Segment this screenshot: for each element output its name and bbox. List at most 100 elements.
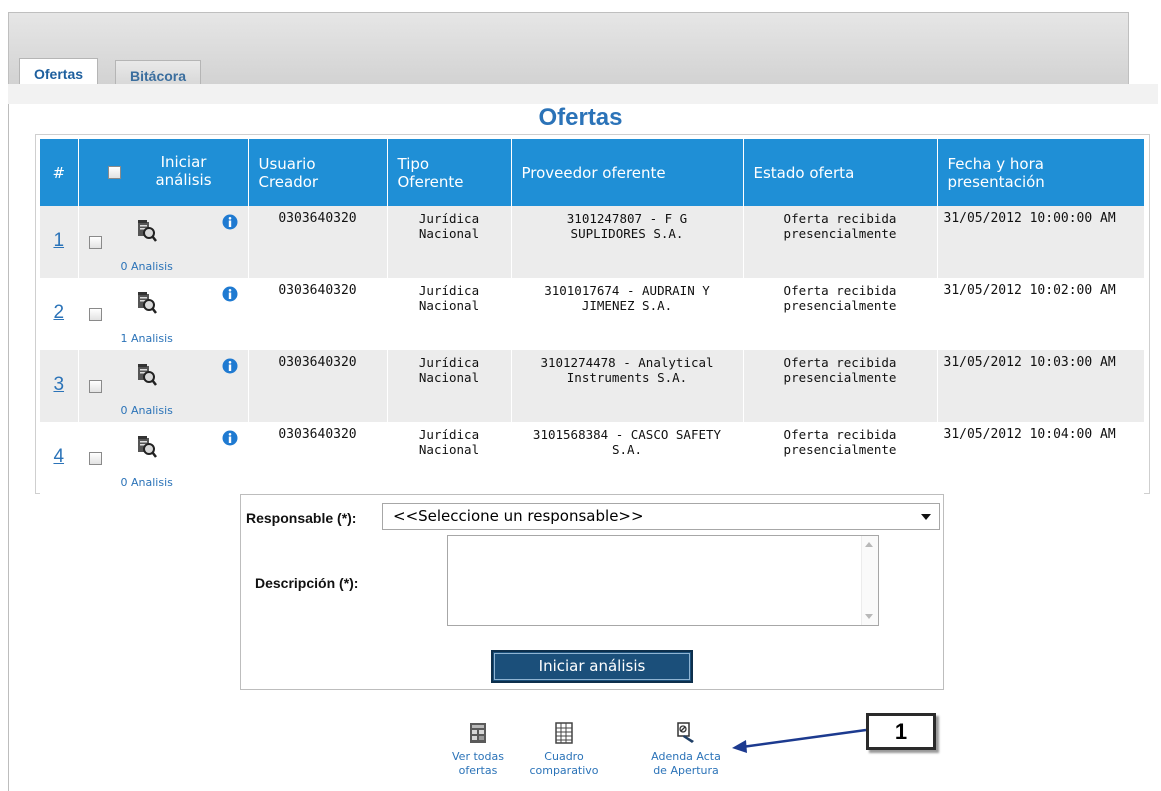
document-edit-icon <box>677 722 694 743</box>
col-header-num: # <box>40 139 79 206</box>
row-checkbox[interactable] <box>88 452 102 465</box>
col-header-fecha: Fecha y hora presentación <box>937 139 1144 206</box>
tipo-l1: Jurídica <box>418 355 480 370</box>
row-number-link[interactable]: 4 <box>53 447 64 466</box>
fecha-cell: 31/05/2012 10:04:00 AM <box>937 422 1144 494</box>
tipo-cell: Jurídica Nacional <box>387 350 512 422</box>
proveedor-cell: 3101274478 - Analytical Instruments S.A. <box>511 350 744 422</box>
row-number-link[interactable]: 3 <box>53 375 64 394</box>
col-header-tipo-l2: Oferente <box>397 172 464 191</box>
proveedor-l1: 3101274478 - Analytical <box>540 355 714 370</box>
row-analysis-cell: 1 Analisis <box>78 278 249 350</box>
adenda-l2: de Apertura <box>653 764 719 777</box>
proveedor-l1: 3101017674 - AUDRAIN Y <box>544 283 710 298</box>
estado-l1: Oferta recibida <box>783 427 897 442</box>
usuario-cell: 0303640320 <box>248 422 388 494</box>
cuadro-comparativo-action[interactable]: Cuadro comparativo <box>524 722 604 778</box>
iniciar-analisis-button[interactable]: Iniciar análisis <box>491 650 693 683</box>
row-number-link[interactable]: 2 <box>53 303 64 322</box>
table-header-row: # Iniciar análisis Usuario Creador Tipo … <box>40 139 1144 206</box>
proveedor-l2: Instruments S.A. <box>566 370 688 385</box>
estado-l1: Oferta recibida <box>783 211 897 226</box>
row-checkbox[interactable] <box>88 308 102 321</box>
fecha-cell: 31/05/2012 10:02:00 AM <box>937 278 1144 350</box>
row-analysis-cell: 0 Analisis <box>78 206 249 278</box>
table-row: 40 Analisis 0303640320 Jurídica Nacional 310… <box>40 422 1144 494</box>
col-header-usuario-l2: Creador <box>258 172 319 191</box>
table-document-icon <box>555 722 573 744</box>
analysis-icon[interactable] <box>137 220 157 245</box>
proveedor-cell: 3101568384 - CASCO SAFETY S.A. <box>511 422 744 494</box>
offers-table-container: # Iniciar análisis Usuario Creador Tipo … <box>35 134 1150 494</box>
scroll-up-icon[interactable] <box>865 542 873 547</box>
usuario-cell: 0303640320 <box>248 350 388 422</box>
row-analysis-cell: 0 Analisis <box>78 422 249 494</box>
info-icon[interactable] <box>222 358 238 377</box>
col-header-fecha-l1: Fecha y hora <box>947 154 1044 173</box>
proveedor-l1: 3101247807 - F G <box>566 211 688 226</box>
col-header-iniciar-l2: análisis <box>155 171 212 189</box>
estado-l2: presencialmente <box>783 298 897 313</box>
proveedor-l2: SUPLIDORES S.A. <box>570 226 684 241</box>
usuario-cell: 0303640320 <box>248 206 388 278</box>
page-title: Ofertas <box>538 104 623 131</box>
estado-l1: Oferta recibida <box>783 283 897 298</box>
ver-todas-l2: ofertas <box>458 764 498 777</box>
responsable-select[interactable]: <<Seleccione un responsable>> <box>382 503 940 530</box>
info-icon[interactable] <box>222 286 238 305</box>
table-row: 30 Analisis 0303640320 Jurídica Nacional 310… <box>40 350 1144 422</box>
analysis-count-link[interactable]: 0 Analisis <box>113 259 173 274</box>
proveedor-l1: 3101568384 - CASCO SAFETY <box>532 427 722 442</box>
col-header-usuario: Usuario Creador <box>248 139 388 206</box>
estado-l2: presencialmente <box>783 370 897 385</box>
analysis-icon[interactable] <box>137 292 157 317</box>
responsable-select-value: <<Seleccione un responsable>> <box>393 507 644 525</box>
descripcion-textarea[interactable] <box>447 535 879 626</box>
ver-todas-ofertas-action[interactable]: Ver todas ofertas <box>438 722 518 778</box>
textarea-scrollbar[interactable] <box>861 536 878 625</box>
offers-table: # Iniciar análisis Usuario Creador Tipo … <box>40 139 1144 494</box>
row-num-cell: 2 <box>40 278 79 350</box>
row-number-link[interactable]: 1 <box>53 231 64 250</box>
tipo-l1: Jurídica <box>418 427 480 442</box>
estado-cell: Oferta recibida presencialmente <box>743 206 938 278</box>
fecha-cell: 31/05/2012 10:00:00 AM <box>937 206 1144 278</box>
col-header-iniciar: Iniciar análisis <box>78 139 249 206</box>
cuadro-l1: Cuadro <box>544 750 584 763</box>
estado-cell: Oferta recibida presencialmente <box>743 422 938 494</box>
row-checkbox[interactable] <box>88 380 102 393</box>
tipo-cell: Jurídica Nacional <box>387 278 512 350</box>
col-header-fecha-l2: presentación <box>947 172 1045 191</box>
table-row: 21 Analisis 0303640320 Jurídica Nacional 310… <box>40 278 1144 350</box>
col-header-estado: Estado oferta <box>743 139 938 206</box>
analysis-count-link[interactable]: 1 Analisis <box>113 331 173 346</box>
responsable-label: Responsable (*): <box>246 510 357 526</box>
tipo-cell: Jurídica Nacional <box>387 206 512 278</box>
analysis-icon[interactable] <box>137 436 157 461</box>
content-band <box>8 84 1158 104</box>
analysis-count-link[interactable]: 0 Analisis <box>113 403 173 418</box>
tipo-cell: Jurídica Nacional <box>387 422 512 494</box>
row-checkbox[interactable] <box>88 236 102 249</box>
cuadro-l2: comparativo <box>529 764 599 777</box>
col-header-proveedor: Proveedor oferente <box>511 139 744 206</box>
tipo-l2: Nacional <box>418 226 480 241</box>
adenda-acta-action[interactable]: Adenda Acta de Apertura <box>636 722 736 778</box>
scroll-down-icon[interactable] <box>865 614 873 619</box>
tipo-l1: Jurídica <box>418 283 480 298</box>
info-icon[interactable] <box>222 430 238 449</box>
row-num-cell: 3 <box>40 350 79 422</box>
descripcion-label: Descripción (*): <box>255 575 359 591</box>
analysis-icon[interactable] <box>137 364 157 389</box>
select-all-checkbox[interactable] <box>107 166 121 179</box>
estado-cell: Oferta recibida presencialmente <box>743 350 938 422</box>
proveedor-l2: S.A. <box>611 442 643 457</box>
callout-marker: 1 <box>866 713 936 750</box>
analysis-count-link[interactable]: 0 Analisis <box>113 475 173 490</box>
proveedor-l2: JIMENEZ S.A. <box>581 298 673 313</box>
info-icon[interactable] <box>222 214 238 233</box>
col-header-tipo-l1: Tipo <box>397 154 430 173</box>
col-header-tipo: Tipo Oferente <box>387 139 512 206</box>
tipo-l2: Nacional <box>418 298 480 313</box>
chevron-down-icon <box>921 514 931 520</box>
